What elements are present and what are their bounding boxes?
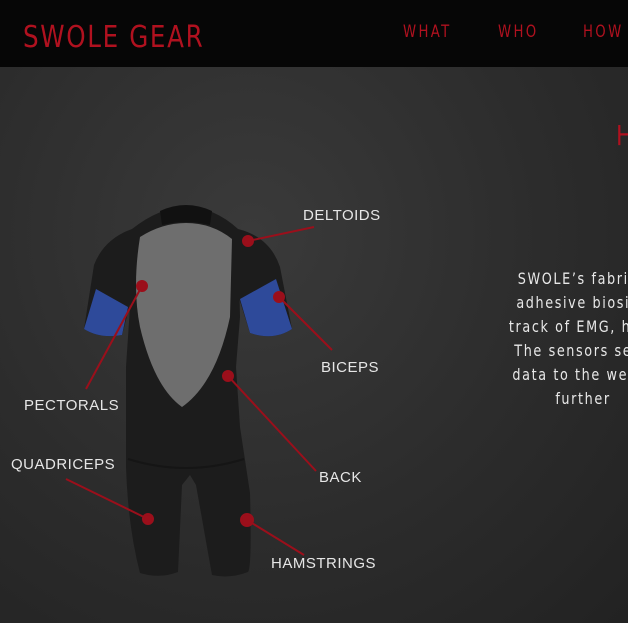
callout-dot-pectorals [136,280,148,292]
main-nav: WHAT WHO HOW [0,22,628,46]
label-hamstrings: HAMSTRINGS [271,555,377,572]
nav-link-what[interactable]: WHAT [403,22,452,42]
description-line: data to the weare [512,365,628,384]
nav-link-who[interactable]: WHO [498,22,539,42]
callout-dot-deltoids [242,235,254,247]
wetsuit-image [84,205,292,577]
callout-dot-biceps [273,291,285,303]
callout-dot-hamstrings [240,513,254,527]
description-line: further [555,389,611,408]
label-back: BACK [319,469,362,486]
label-deltoids: DELTOIDS [303,207,381,224]
label-biceps: BICEPS [321,359,380,376]
description-line: track of EMG, hear [508,317,628,336]
description-line: The sensors send [514,341,628,360]
callout-line-hamstrings [246,519,305,556]
label-pectorals: PECTORALS [24,397,120,414]
callout-dot-back [222,370,234,382]
description-text: SWOLE’s fabric i adhesive biosign track … [455,267,628,411]
section-heading: H [616,119,628,152]
label-quadriceps: QUADRICEPS [11,456,116,473]
nav-link-how[interactable]: HOW [583,22,624,42]
hero-section: DELTOIDS BICEPS PECTORALS QUADRICEPS BAC… [0,67,628,623]
description-line: adhesive biosign [516,293,628,312]
description-line: SWOLE’s fabric i [517,269,628,288]
callout-line-deltoids [247,226,315,242]
callout-dot-quadriceps [142,513,154,525]
top-navigation-bar: SWOLE GEAR WHAT WHO HOW [0,0,628,67]
